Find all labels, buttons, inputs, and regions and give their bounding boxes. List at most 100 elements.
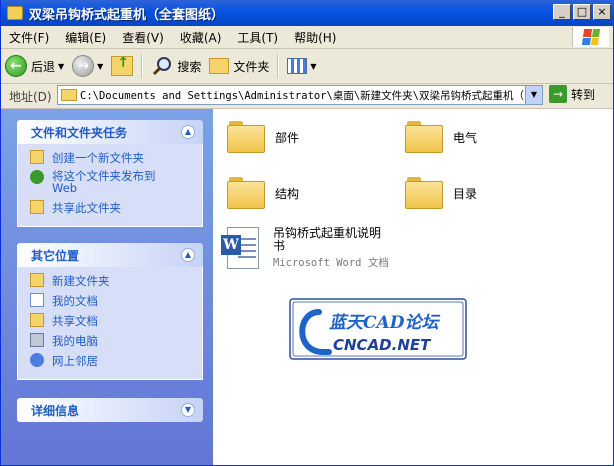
folders-label: 文件夹 — [233, 59, 270, 74]
back-dropdown-icon[interactable]: ▼ — [58, 62, 64, 71]
menu-bar: 文件(F) 编辑(E) 查看(V) 收藏(A) 工具(T) 帮助(H) — [1, 26, 613, 49]
folder-icon — [30, 273, 44, 287]
watermark-top-text: 蓝天CAD论坛 — [329, 313, 440, 333]
expand-icon[interactable]: ▼ — [181, 403, 195, 417]
task-share-folder[interactable]: 共享此文件夹 — [30, 200, 202, 220]
place-my-computer[interactable]: 我的电脑 — [30, 333, 202, 353]
new-folder-icon — [30, 150, 44, 164]
task-label: 创建一个新文件夹 — [52, 151, 144, 165]
folder-icon — [405, 177, 443, 209]
folders-button[interactable]: 文件夹 — [205, 52, 273, 80]
file-item-folder[interactable]: 结构 — [227, 177, 299, 209]
places-panel-body: 新建文件夹 我的文档 共享文档 我的电脑 网上邻居 — [17, 267, 203, 380]
places-panel-title: 其它位置 — [31, 248, 80, 263]
file-name: 结构 — [275, 186, 300, 201]
maximize-button[interactable]: □ — [573, 4, 591, 20]
file-list: 部件 电气 结构 目录 W 吊钩桥式起重机说明书 Microsoft Word … — [213, 109, 613, 465]
file-item-folder[interactable]: 部件 — [227, 121, 299, 153]
forward-dropdown-icon[interactable]: ▼ — [97, 62, 103, 71]
place-my-documents[interactable]: 我的文档 — [30, 293, 202, 313]
views-icon — [287, 58, 308, 74]
views-button[interactable]: ▼ — [283, 52, 320, 80]
details-panel: 详细信息 ▼ — [17, 398, 203, 422]
file-name: 吊钩桥式起重机说明书 — [273, 226, 382, 253]
menu-favorites[interactable]: 收藏(A) — [172, 29, 230, 46]
places-panel-header[interactable]: 其它位置 ▲ — [17, 243, 203, 267]
task-label: 将这个文件夹发布到 Web — [52, 169, 156, 195]
search-icon — [153, 57, 172, 76]
tasks-panel: 文件和文件夹任务 ▲ 创建一个新文件夹 将这个文件夹发布到 Web 共享此文件夹 — [17, 120, 203, 227]
task-new-folder[interactable]: 创建一个新文件夹 — [30, 150, 202, 170]
place-new-folder[interactable]: 新建文件夹 — [30, 273, 202, 293]
places-panel: 其它位置 ▲ 新建文件夹 我的文档 共享文档 我的电脑 网上邻居 — [17, 243, 203, 380]
views-dropdown-icon: ▼ — [310, 61, 317, 71]
file-name: 目录 — [453, 186, 478, 201]
file-name: 电气 — [453, 130, 478, 145]
toolbar-separator — [141, 54, 144, 78]
details-panel-header[interactable]: 详细信息 ▼ — [17, 398, 203, 422]
file-item-document[interactable]: W 吊钩桥式起重机说明书 Microsoft Word 文档 — [221, 227, 391, 271]
shared-folder-icon — [30, 313, 44, 327]
menu-view[interactable]: 查看(V) — [114, 29, 172, 46]
folder-icon — [7, 6, 23, 20]
file-item-folder[interactable]: 目录 — [405, 177, 477, 209]
close-button[interactable]: × — [593, 4, 611, 20]
folder-icon — [227, 121, 265, 153]
toolbar: ← 后退 ▼ → ▼ ↑ 搜索 文件夹 ▼ — [1, 49, 613, 84]
address-dropdown-icon[interactable]: ▼ — [525, 86, 542, 104]
tasks-panel-title: 文件和文件夹任务 — [31, 125, 128, 140]
place-shared-documents[interactable]: 共享文档 — [30, 313, 202, 333]
content-area: 文件和文件夹任务 ▲ 创建一个新文件夹 将这个文件夹发布到 Web 共享此文件夹 — [1, 109, 613, 465]
watermark-bottom-text: CNCAD.NET — [333, 336, 432, 354]
task-pane: 文件和文件夹任务 ▲ 创建一个新文件夹 将这个文件夹发布到 Web 共享此文件夹 — [1, 109, 213, 465]
place-label: 我的电脑 — [52, 334, 98, 348]
menu-help[interactable]: 帮助(H) — [286, 29, 344, 46]
documents-icon — [30, 293, 44, 307]
back-button[interactable]: ← 后退 ▼ — [1, 52, 68, 80]
window-title: 双梁吊钩桥式起重机（全套图纸） — [29, 7, 225, 23]
go-arrow-icon: → — [549, 85, 567, 103]
collapse-icon[interactable]: ▲ — [181, 248, 195, 262]
up-button[interactable]: ↑ — [107, 52, 137, 80]
collapse-icon[interactable]: ▲ — [181, 125, 195, 139]
search-button[interactable]: 搜索 — [147, 52, 205, 80]
back-label: 后退 — [31, 59, 56, 74]
up-folder-icon: ↑ — [111, 55, 134, 76]
go-button[interactable]: → 转到 — [549, 85, 595, 103]
network-icon — [30, 353, 44, 367]
share-folder-icon — [30, 200, 44, 214]
menu-edit[interactable]: 编辑(E) — [57, 29, 114, 46]
place-network[interactable]: 网上邻居 — [30, 353, 202, 373]
back-arrow-icon: ← — [5, 55, 27, 77]
file-name: 部件 — [275, 130, 300, 145]
computer-icon — [30, 333, 44, 347]
word-document-icon: W — [221, 227, 261, 271]
tasks-panel-header[interactable]: 文件和文件夹任务 ▲ — [17, 120, 203, 144]
menu-file[interactable]: 文件(F) — [1, 29, 57, 46]
task-label: 共享此文件夹 — [52, 201, 121, 215]
title-bar[interactable]: 双梁吊钩桥式起重机（全套图纸） _ □ × — [1, 0, 614, 26]
cncad-watermark-logo: 蓝天CAD论坛 CNCAD.NET — [289, 298, 467, 360]
task-publish-web[interactable]: 将这个文件夹发布到 Web — [30, 170, 202, 200]
menu-tools[interactable]: 工具(T) — [229, 29, 286, 46]
place-label: 我的文档 — [52, 294, 98, 308]
file-item-folder[interactable]: 电气 — [405, 121, 477, 153]
address-label: 地址(D) — [9, 89, 52, 104]
search-label: 搜索 — [177, 59, 202, 74]
place-label: 网上邻居 — [52, 354, 98, 368]
address-bar: 地址(D) C:\Documents and Settings\Administ… — [1, 84, 613, 109]
window-controls: _ □ × — [553, 4, 611, 20]
details-panel-title: 详细信息 — [31, 403, 80, 418]
address-input[interactable]: C:\Documents and Settings\Administrator\… — [57, 85, 543, 105]
tasks-panel-body: 创建一个新文件夹 将这个文件夹发布到 Web 共享此文件夹 — [17, 144, 203, 227]
windows-logo — [572, 27, 609, 47]
minimize-button[interactable]: _ — [553, 4, 571, 20]
windows-flag-icon — [581, 29, 601, 45]
publish-web-icon — [30, 170, 44, 184]
address-path: C:\Documents and Settings\Administrator\… — [80, 89, 525, 102]
forward-button[interactable]: → ▼ — [68, 52, 107, 80]
file-type: Microsoft Word 文档 — [273, 257, 389, 269]
folder-icon — [227, 177, 265, 209]
forward-arrow-icon: → — [72, 55, 95, 77]
folder-icon — [61, 89, 77, 101]
